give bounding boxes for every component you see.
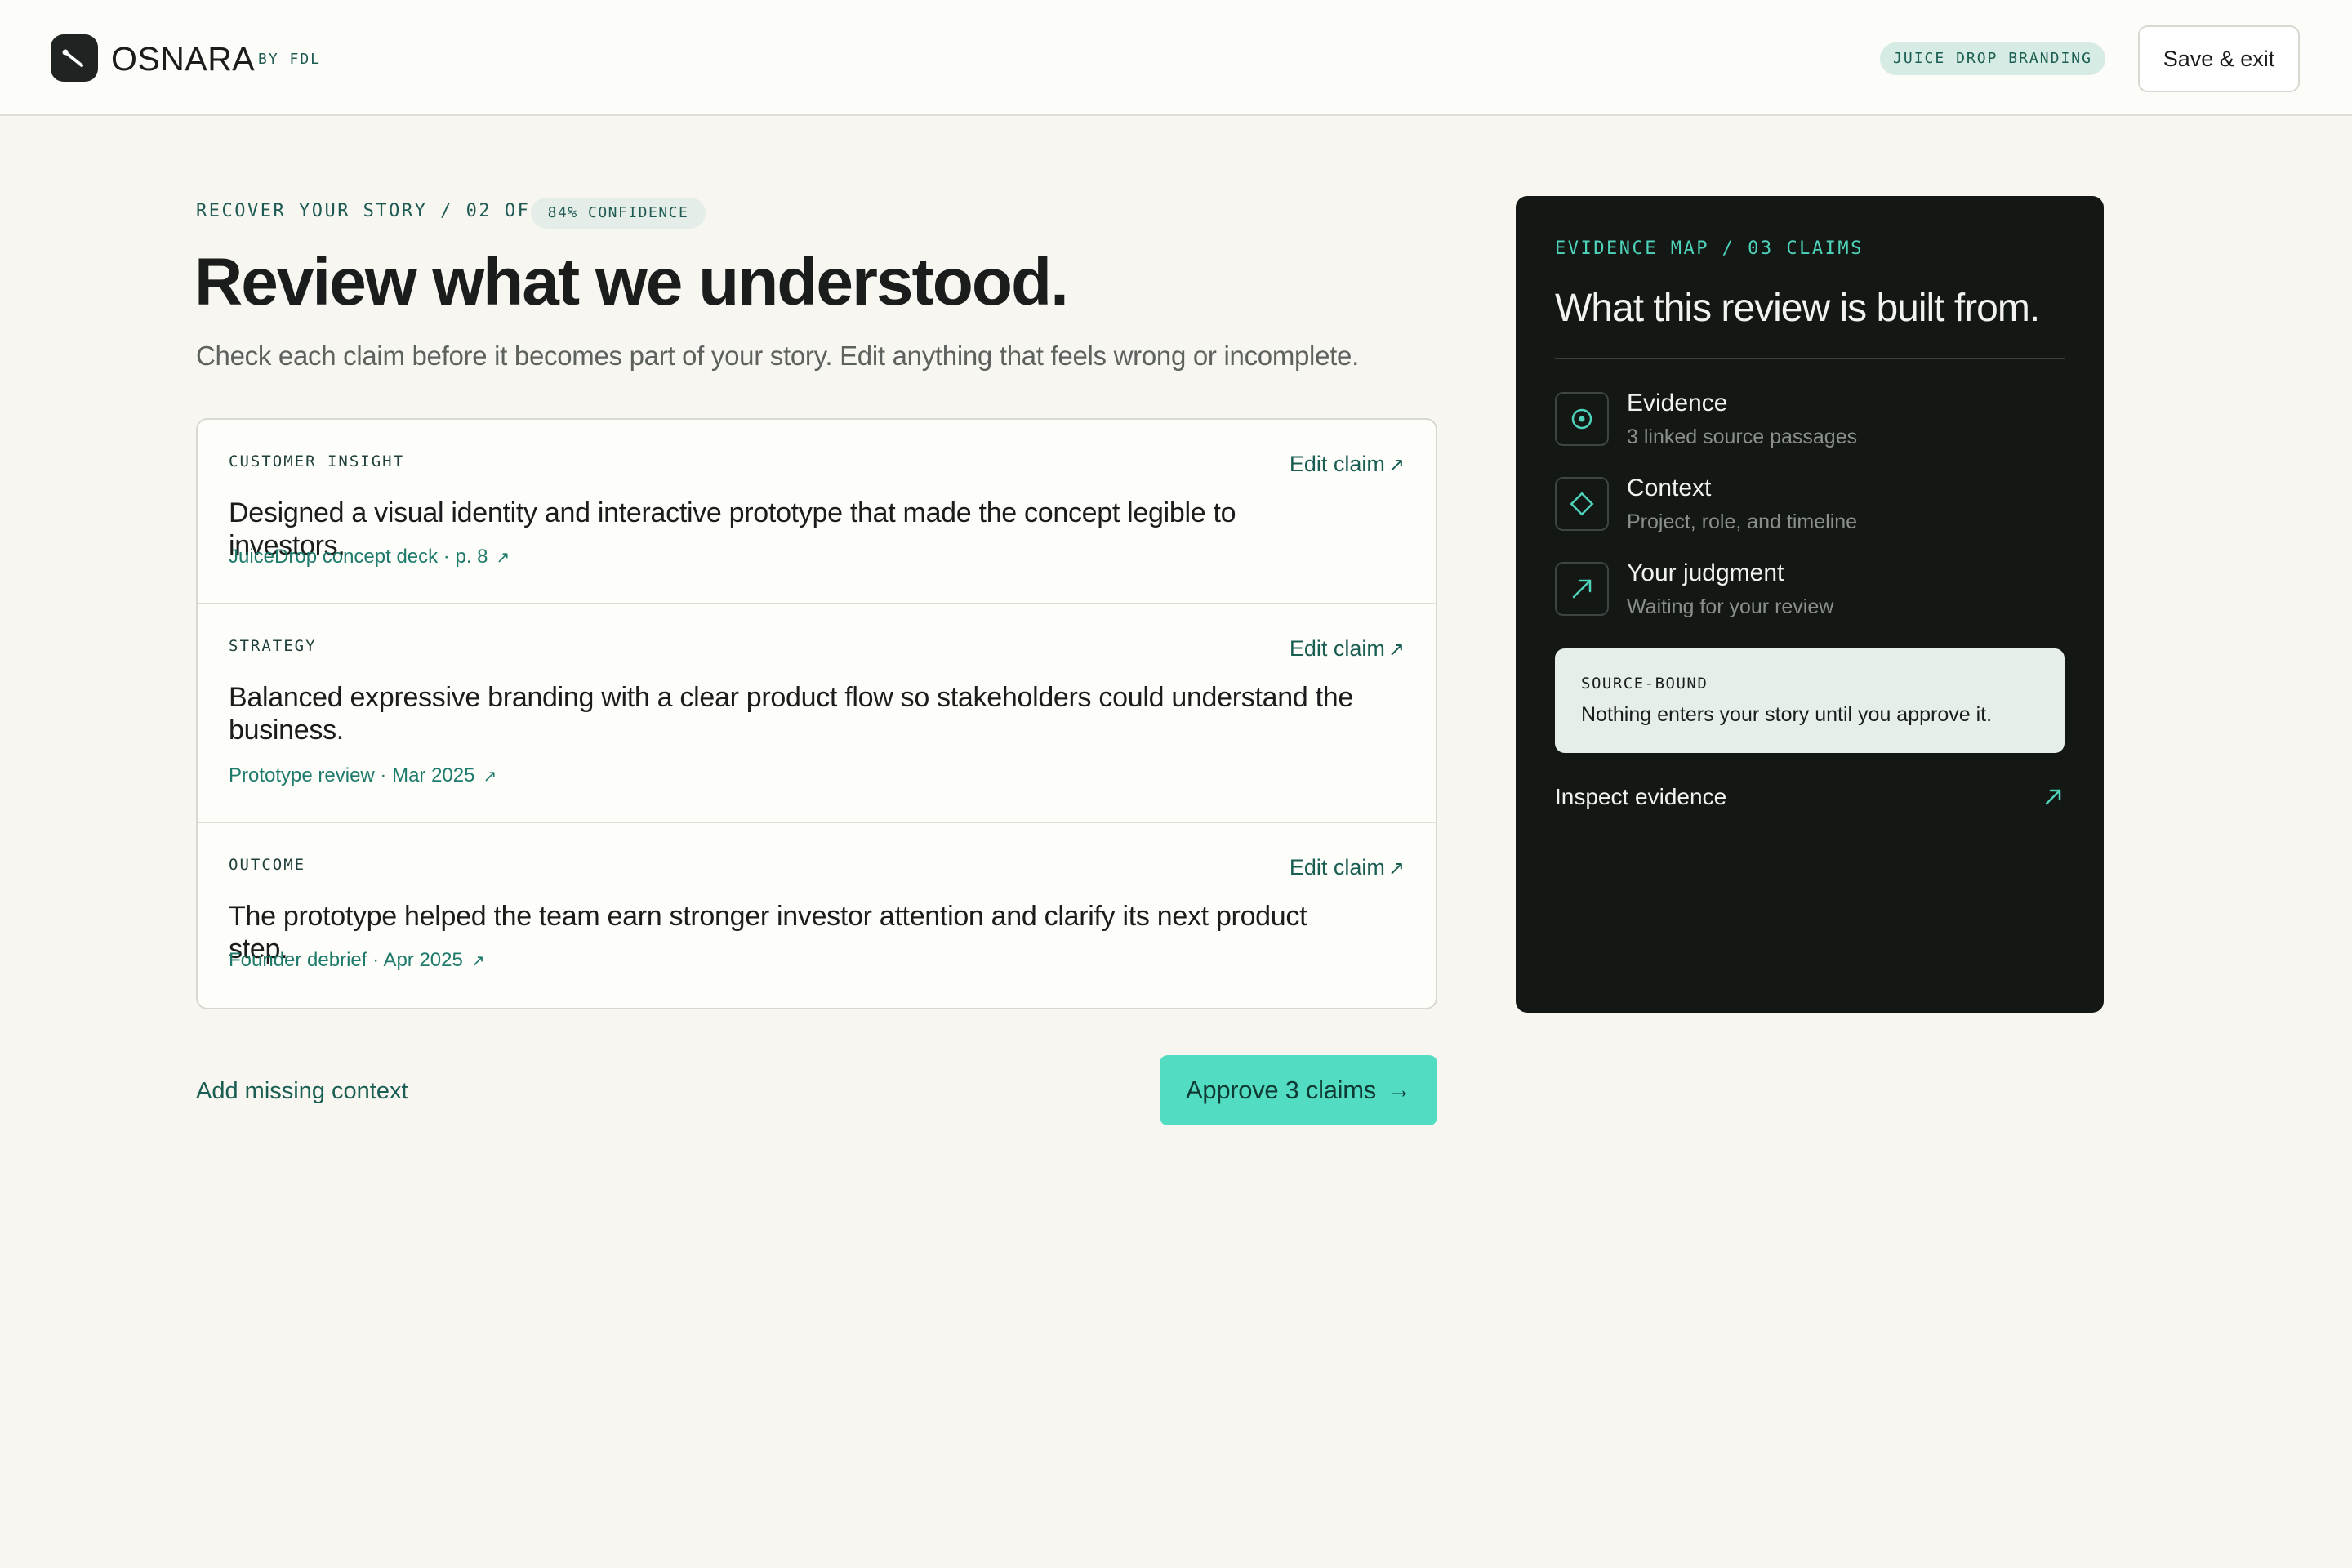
claim-item-outcome: OUTCOME Edit claim ↗ The prototype helped… (198, 823, 1436, 1008)
evidence-item-context: Context Project, role, and timeline (1555, 474, 2065, 542)
arrow-up-right-icon: ↗ (483, 768, 497, 786)
source-bound-label: SOURCE-BOUND (1581, 675, 1708, 693)
approve-claims-button[interactable]: Approve 3 claims → (1160, 1055, 1437, 1125)
add-missing-context-link[interactable]: Add missing context (196, 1075, 408, 1107)
edit-claim-link[interactable]: Edit claim ↗ (1290, 449, 1405, 480)
claim-text: Balanced expressive branding with a clea… (229, 682, 1353, 746)
brand-name: OSNARA (111, 40, 256, 78)
evidence-item-judgment: Your judgment Waiting for your review (1555, 559, 2065, 627)
claims-list: CUSTOMER INSIGHT Edit claim ↗ Designed a … (196, 418, 1437, 1009)
claim-item-strategy: STRATEGY Edit claim ↗ Balanced expressive… (198, 604, 1436, 823)
edit-claim-link[interactable]: Edit claim ↗ (1290, 853, 1405, 884)
arrow-up-right-icon: ↗ (470, 952, 485, 970)
claim-label: OUTCOME (229, 856, 306, 874)
edit-claim-link[interactable]: Edit claim ↗ (1290, 634, 1405, 665)
claim-source-label: Prototype review · Mar 2025 (229, 764, 475, 786)
arrow-right-icon: → (1387, 1076, 1411, 1103)
claim-label: CUSTOMER INSIGHT (229, 452, 405, 470)
diamond-icon (1555, 477, 1609, 531)
claim-source-label: Founder debrief · Apr 2025 (229, 949, 463, 971)
claim-source-label: JuiceDrop concept deck · p. 8 (229, 546, 488, 568)
claim-source-link[interactable]: Prototype review · Mar 2025 ↗ (229, 763, 497, 790)
arrow-up-right-icon: ↗ (1388, 454, 1405, 476)
evidence-map-panel: EVIDENCE MAP / 03 CLAIMS What this revie… (1516, 196, 2104, 1013)
brand-suffix: BY FDL (258, 51, 322, 68)
approve-label: Approve 3 claims (1186, 1076, 1376, 1104)
page-title: Review what we understood. (194, 245, 1069, 319)
arrow-up-right-icon: ↗ (1388, 858, 1405, 880)
save-exit-button[interactable]: Save & exit (2138, 25, 2300, 92)
evidence-title: What this review is built from. (1555, 287, 2040, 330)
evidence-item-subtitle: 3 linked source passages (1627, 425, 1858, 448)
claim-source-link[interactable]: JuiceDrop concept deck · p. 8 ↗ (229, 544, 510, 571)
evidence-item-title: Your judgment (1627, 559, 1784, 586)
evidence-eyebrow: EVIDENCE MAP / 03 CLAIMS (1555, 238, 1864, 259)
claim-label: STRATEGY (229, 637, 317, 655)
source-bound-notice: SOURCE-BOUND Nothing enters your story u… (1555, 648, 2065, 753)
confidence-badge: 84% CONFIDENCE (531, 198, 706, 229)
edit-claim-label: Edit claim (1289, 855, 1385, 880)
arrow-up-right-icon: ↗ (496, 549, 510, 567)
claim-source-link[interactable]: Founder debrief · Apr 2025 ↗ (229, 947, 485, 974)
evidence-item-title: Evidence (1627, 390, 1728, 416)
inspect-evidence-label: Inspect evidence (1555, 784, 1727, 809)
target-icon (1555, 392, 1609, 446)
arrow-up-right-icon (1555, 562, 1609, 616)
page-subtitle: Check each claim before it becomes part … (196, 341, 1359, 371)
inspect-evidence-link[interactable]: Inspect evidence (1555, 779, 2065, 815)
logo-icon (51, 34, 98, 82)
evidence-item-subtitle: Waiting for your review (1627, 595, 1834, 618)
source-bound-text: Nothing enters your story until you appr… (1581, 703, 1993, 726)
divider (1555, 358, 2065, 359)
arrow-up-right-icon (2042, 786, 2065, 813)
evidence-item-subtitle: Project, role, and timeline (1627, 510, 1858, 533)
arrow-up-right-icon: ↗ (1388, 639, 1405, 661)
claim-item-customer-insight: CUSTOMER INSIGHT Edit claim ↗ Designed a … (198, 420, 1436, 604)
step-eyebrow: RECOVER YOUR STORY / 02 OF 04 (196, 201, 569, 221)
project-badge: JUICE DROP BRANDING (1880, 42, 2105, 75)
edit-claim-label: Edit claim (1289, 636, 1385, 661)
edit-claim-label: Edit claim (1289, 452, 1385, 476)
evidence-item-evidence: Evidence 3 linked source passages (1555, 390, 2065, 457)
top-header: OSNARA BY FDL JUICE DROP BRANDING Save &… (0, 0, 2352, 116)
evidence-item-title: Context (1627, 474, 1712, 501)
